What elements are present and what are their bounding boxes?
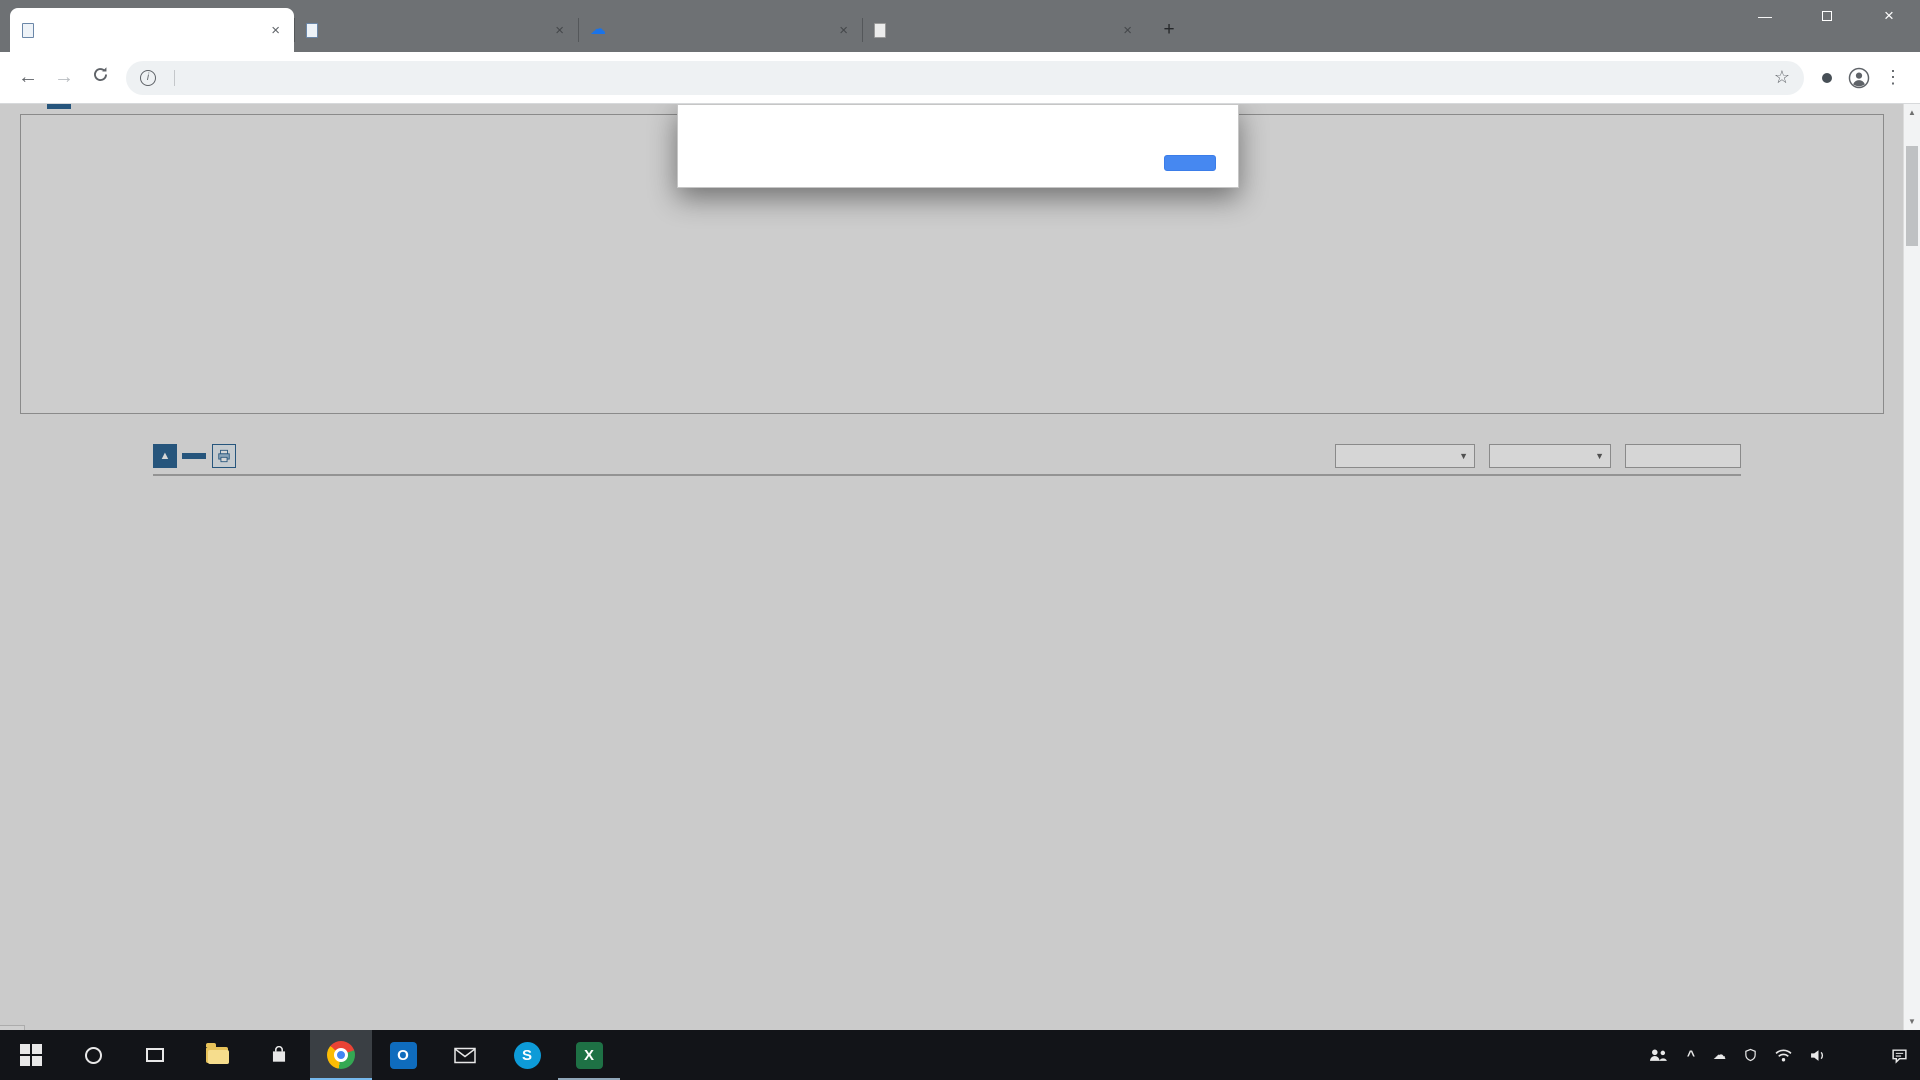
back-button[interactable]: ← bbox=[10, 66, 46, 89]
people-icon bbox=[1647, 1048, 1669, 1063]
tab-close-icon[interactable]: × bbox=[553, 22, 566, 39]
language-indicator[interactable] bbox=[1836, 1030, 1854, 1080]
tabs: × × ☁ × × + bbox=[10, 0, 1184, 52]
scroll-up-icon[interactable]: ▲ bbox=[1904, 104, 1920, 121]
skype-icon: S bbox=[514, 1042, 541, 1069]
onedrive-icon[interactable]: ☁ bbox=[1704, 1030, 1735, 1080]
cloud-favicon-icon: ☁ bbox=[590, 22, 606, 38]
browser-toolbar: ← → i ☆ ⋮ bbox=[0, 52, 1920, 104]
task-view-button[interactable] bbox=[124, 1030, 186, 1080]
close-button[interactable]: × bbox=[1858, 0, 1920, 32]
desktop: × × ☁ × × + — × ← bbox=[0, 0, 1920, 1080]
page-favicon-icon bbox=[874, 23, 886, 38]
windows-logo-icon bbox=[20, 1044, 42, 1066]
tab-close-icon[interactable]: × bbox=[269, 22, 282, 39]
network-icon[interactable] bbox=[1766, 1030, 1801, 1080]
excel-button[interactable]: X bbox=[558, 1030, 620, 1080]
address-bar[interactable]: i ☆ bbox=[126, 61, 1804, 95]
volume-icon[interactable] bbox=[1801, 1030, 1836, 1080]
security-shield-icon[interactable] bbox=[1735, 1030, 1766, 1080]
refresh-button[interactable] bbox=[82, 66, 118, 89]
tab-close-icon[interactable]: × bbox=[837, 22, 850, 39]
alert-dialog bbox=[677, 104, 1239, 188]
tab-document-control[interactable]: × bbox=[10, 8, 294, 52]
store-button[interactable] bbox=[248, 1030, 310, 1080]
refresh-icon bbox=[92, 66, 109, 83]
notification-icon bbox=[1891, 1047, 1908, 1064]
scrollbar-thumb[interactable] bbox=[1906, 146, 1918, 246]
folder-icon bbox=[206, 1047, 228, 1063]
modal-backdrop bbox=[0, 104, 1920, 1030]
chrome-icon bbox=[327, 1041, 355, 1069]
skype-button[interactable]: S bbox=[496, 1030, 558, 1080]
tab-my-cloud[interactable]: ☁ × bbox=[578, 8, 862, 52]
window-controls: — × bbox=[1734, 0, 1920, 32]
scroll-down-icon[interactable]: ▼ bbox=[1904, 1013, 1920, 1030]
page-viewport: ▲ ▼ ▼ bbox=[0, 104, 1920, 1030]
minimize-button[interactable]: — bbox=[1734, 0, 1796, 32]
page-favicon-icon bbox=[306, 23, 318, 38]
bookmark-star-icon[interactable]: ☆ bbox=[1774, 67, 1790, 88]
tab-close-icon[interactable]: × bbox=[1121, 22, 1134, 39]
divider bbox=[174, 70, 175, 86]
store-icon bbox=[270, 1046, 288, 1064]
profile-avatar[interactable] bbox=[1848, 67, 1870, 89]
search-icon bbox=[85, 1047, 102, 1064]
maximize-button[interactable] bbox=[1796, 0, 1858, 32]
search-button[interactable] bbox=[62, 1030, 124, 1080]
chrome-button[interactable] bbox=[310, 1030, 372, 1080]
mail-button[interactable] bbox=[434, 1030, 496, 1080]
windows-taskbar: O S X ^ ☁ bbox=[0, 1030, 1920, 1080]
task-view-icon bbox=[146, 1048, 164, 1062]
people-button[interactable] bbox=[1638, 1030, 1678, 1080]
system-tray: ^ ☁ bbox=[1638, 1030, 1920, 1080]
excel-icon: X bbox=[576, 1042, 603, 1069]
outlook-icon: O bbox=[390, 1042, 417, 1069]
forward-button[interactable]: → bbox=[46, 66, 82, 89]
extension-icon[interactable] bbox=[1822, 73, 1832, 83]
tab-new-tab[interactable]: × bbox=[862, 8, 1146, 52]
hidden-icons-chevron[interactable]: ^ bbox=[1678, 1030, 1704, 1080]
outlook-button[interactable]: O bbox=[372, 1030, 434, 1080]
ok-button[interactable] bbox=[1164, 155, 1216, 171]
action-center-button[interactable] bbox=[1878, 1030, 1920, 1080]
page-favicon-icon bbox=[22, 23, 34, 38]
new-tab-button[interactable]: + bbox=[1154, 15, 1184, 45]
page-scrollbar[interactable]: ▲ ▼ bbox=[1903, 104, 1920, 1030]
info-icon[interactable]: i bbox=[140, 70, 156, 86]
mail-icon bbox=[454, 1047, 476, 1064]
browser-tab-strip: × × ☁ × × + — × bbox=[0, 0, 1920, 52]
tab-search[interactable]: × bbox=[294, 8, 578, 52]
browser-menu-icon[interactable]: ⋮ bbox=[1884, 67, 1902, 88]
file-explorer-button[interactable] bbox=[186, 1030, 248, 1080]
start-button[interactable] bbox=[0, 1030, 62, 1080]
